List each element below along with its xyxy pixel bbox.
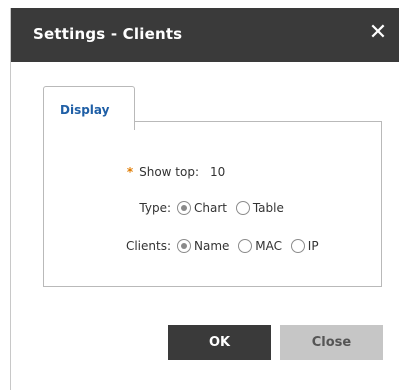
clients-mac-label[interactable]: MAC (255, 239, 282, 253)
dialog-title: Settings - Clients (33, 25, 183, 43)
display-panel: * Show top: 10 Type: Chart Table Clients:… (43, 121, 382, 287)
close-icon[interactable]: ✕ (366, 21, 390, 45)
show-top-label-wrap: * Show top: (44, 165, 199, 179)
type-table-radio[interactable] (235, 201, 250, 215)
type-label: Type: (139, 201, 171, 215)
dialog-titlebar: Settings - Clients ✕ (11, 8, 399, 62)
clients-options: Name MAC IP (177, 239, 324, 253)
ok-button[interactable]: OK (168, 325, 271, 360)
required-marker: * (126, 165, 134, 179)
show-top-row: * Show top: 10 (44, 165, 383, 185)
type-chart-radio[interactable] (177, 201, 191, 215)
type-options: Chart Table (177, 201, 289, 215)
tab-display[interactable]: Display (43, 86, 135, 130)
clients-ip-label[interactable]: IP (308, 239, 319, 253)
clients-ip-radio[interactable] (290, 239, 305, 253)
close-button[interactable]: Close (280, 325, 383, 360)
type-chart-label[interactable]: Chart (194, 201, 227, 215)
clients-row: Clients: Name MAC IP (44, 239, 383, 259)
clients-label: Clients: (125, 239, 171, 253)
clients-mac-radio[interactable] (238, 239, 253, 253)
type-row: Type: Chart Table (44, 201, 383, 221)
type-table-label[interactable]: Table (253, 201, 284, 215)
tab-display-label: Display (60, 103, 110, 117)
settings-dialog: Settings - Clients ✕ Display * Show top: … (10, 8, 399, 390)
clients-name-radio[interactable] (177, 239, 191, 253)
clients-name-label[interactable]: Name (194, 239, 229, 253)
show-top-label: Show top: (139, 165, 199, 179)
show-top-value[interactable]: 10 (210, 165, 225, 179)
